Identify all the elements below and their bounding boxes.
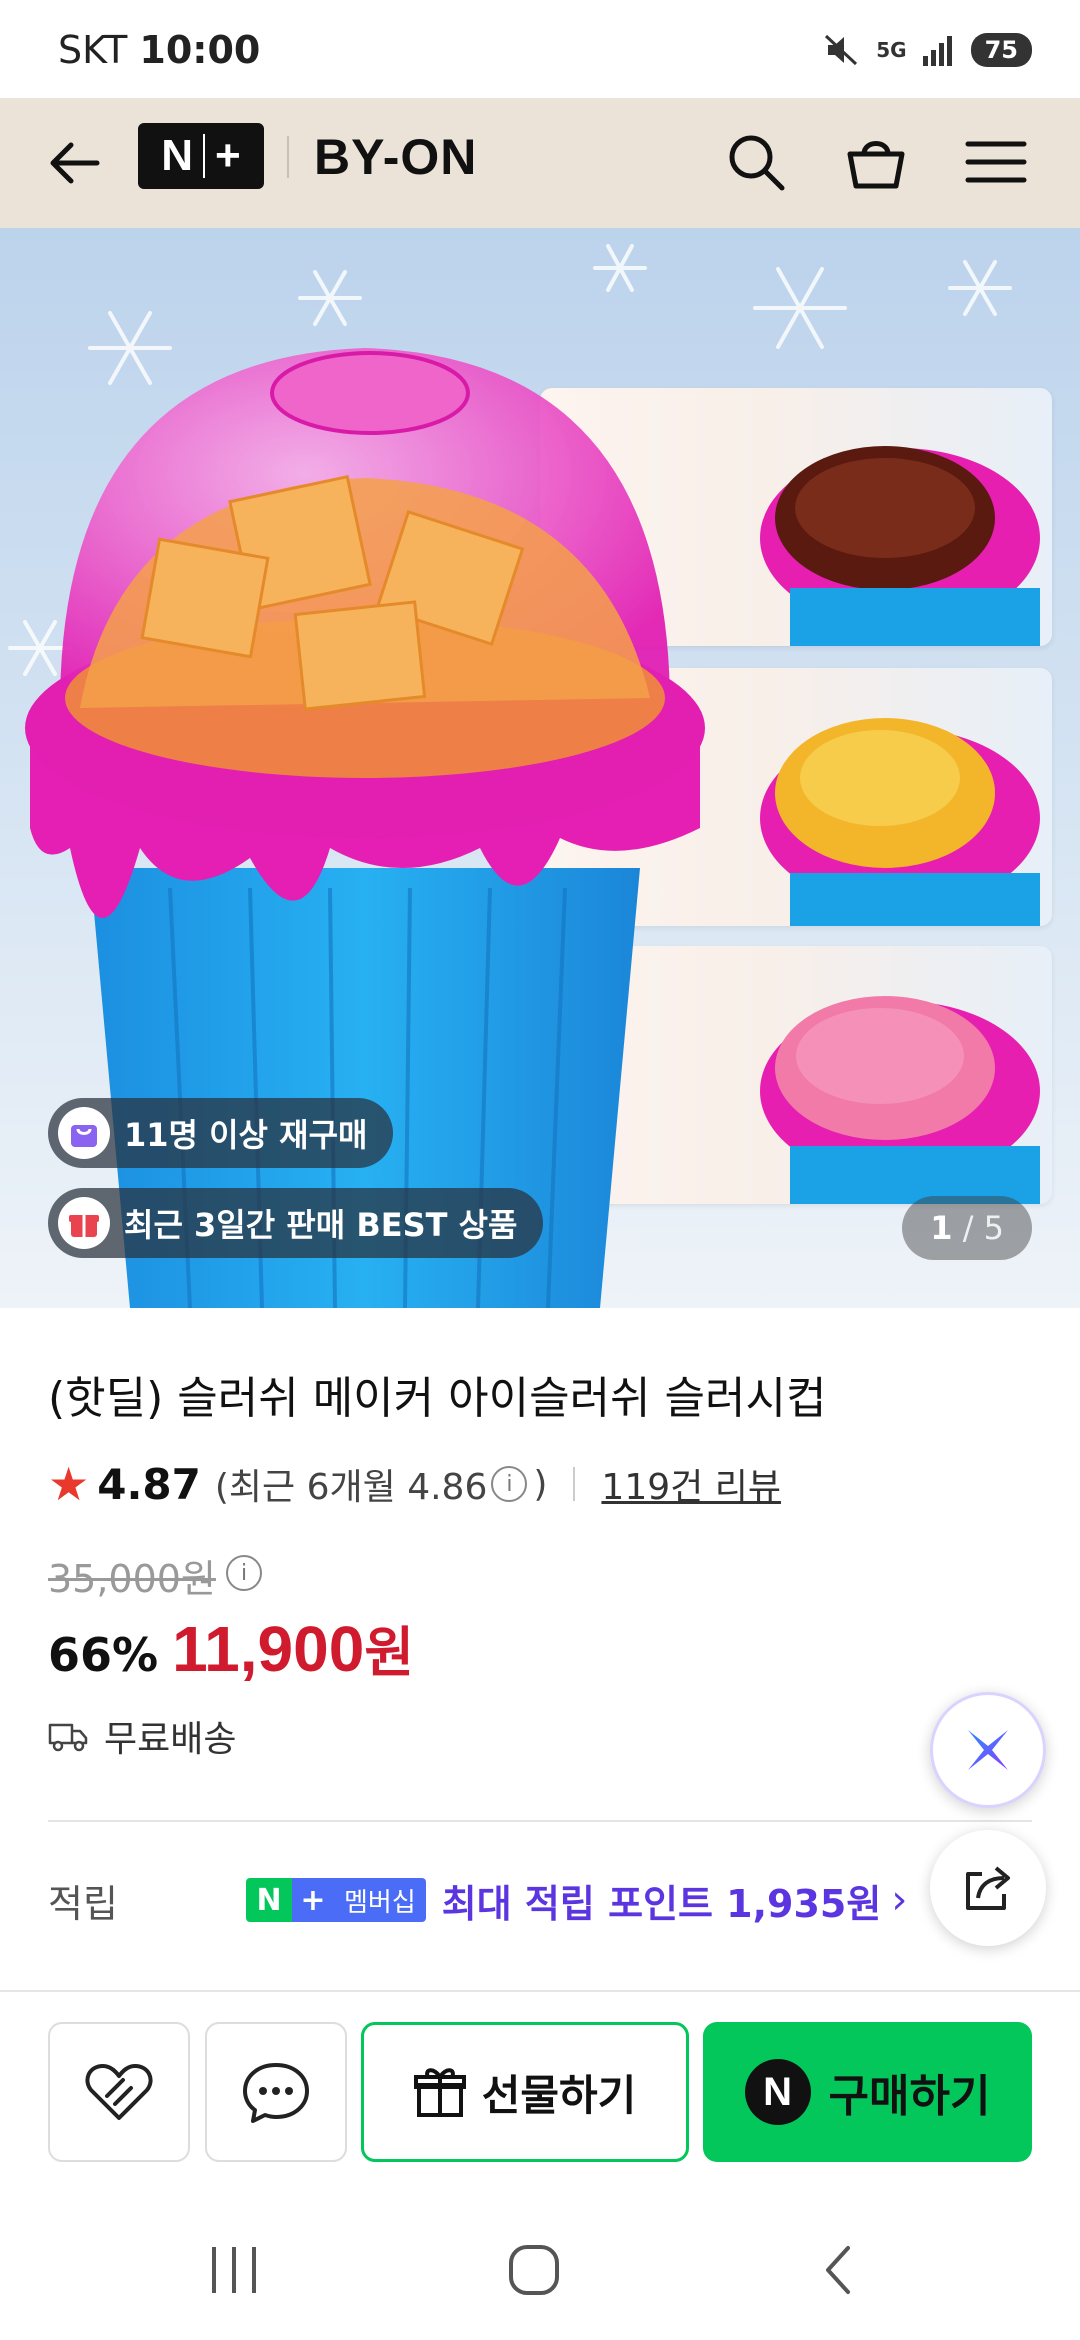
gift-button-label: 선물하기 [481,2070,637,2120]
pager-separator: / [962,1209,974,1247]
best-seller-badge: 최근 3일간 판매 BEST 상품 [48,1188,544,1258]
header-divider [287,136,289,178]
rating-value: 4.87 [97,1459,201,1509]
review-count-link[interactable]: 119건 리뷰 [601,1458,781,1510]
shipping-text: 무료배송 [104,1719,237,1760]
logo-plus: + [215,131,241,180]
chat-bubble-icon [243,2063,309,2123]
badge-icon-wrap [58,1107,110,1159]
product-title: (핫딜) 슬러쉬 메이커 아이슬러쉬 슬러시컵 [48,1373,827,1424]
status-time: SKT 10:00 [58,28,260,72]
status-bar: SKT 10:00 5G 75 [0,0,1080,98]
price-row: 66% 11,900 원 [48,1608,414,1687]
recent-apps-button[interactable] [174,2230,294,2310]
membership-text: 멤버십 [334,1878,426,1922]
carrier-name: SKT [58,28,128,72]
bottom-action-bar: 선물하기 N 구매하기 [0,1990,1080,2190]
chevron-left-icon [826,2246,850,2294]
recent-rating-text: (최근 6개월 4.86 [214,1467,488,1508]
back-button[interactable] [38,126,108,200]
ai-assistant-button[interactable] [930,1692,1046,1808]
share-icon [966,1866,1010,1910]
chevron-right-icon: › [891,1877,908,1923]
naver-membership-badge: N + 멤버십 [246,1878,426,1922]
membership-plus: + [292,1878,334,1922]
shopping-bag-icon [71,1125,97,1147]
best-seller-badge-text: 최근 3일간 판매 BEST 상품 [124,1206,518,1244]
system-back-button[interactable] [778,2230,898,2310]
sale-price-unit: 원 [364,1621,415,1684]
logo-divider [203,134,206,178]
search-button[interactable] [714,120,798,204]
arrow-left-icon [50,142,100,184]
delivery-truck-icon [48,1723,88,1752]
logo-n: N [161,131,194,180]
rating-separator [573,1467,576,1501]
ai-sparkle-icon [968,1730,1008,1770]
hamburger-menu-icon [965,141,1027,183]
price-info-icon[interactable]: i [226,1555,262,1591]
recent-apps-icon [212,2247,256,2293]
clock: 10:00 [139,28,261,72]
status-icons: 5G 75 [822,30,1032,70]
sale-price: 11,900 [172,1613,365,1685]
home-icon [509,2245,559,2295]
shopping-basket-icon [847,141,905,189]
search-icon [729,135,785,191]
points-row[interactable]: 적립 N + 멤버십 최대 적립 포인트 1,935원 › [48,1870,948,1930]
like-button[interactable] [48,2022,190,2162]
max-points-text: 최대 적립 포인트 1,935원 [441,1881,882,1926]
star-icon: ★ [48,1457,90,1511]
image-pager: 1 / 5 [902,1196,1032,1260]
rating-row: ★ 4.87 (최근 6개월 4.86 i ) 119건 리뷰 [48,1454,781,1514]
cart-button[interactable] [834,120,918,204]
menu-button[interactable] [954,120,1038,204]
battery-indicator: 75 [970,33,1032,67]
network-type: 5G [876,38,907,62]
home-button[interactable] [474,2230,594,2310]
pager-current: 1 [930,1209,953,1247]
product-image-carousel[interactable]: 11명 이상 재구매 최근 3일간 판매 BEST 상품 1 / 5 [0,228,1080,1308]
membership-n: N [246,1878,292,1922]
share-button[interactable] [930,1830,1046,1946]
store-name[interactable]: BY-ON [314,128,477,186]
shipping-info: 무료배송 [48,1710,236,1762]
points-label: 적립 [48,1881,118,1926]
info-icon[interactable]: i [491,1466,528,1502]
recent-rating-close: ) [533,1463,548,1505]
gift-icon [69,1215,99,1237]
naver-plus-logo[interactable]: N + [138,123,264,189]
original-price: 35,000원 [48,1557,216,1601]
mute-icon [825,34,858,66]
heart-icon [85,2064,153,2120]
discount-rate: 66% [48,1628,159,1682]
signal-icon [922,36,952,66]
naver-pay-icon: N [744,2059,811,2125]
chat-inquiry-button[interactable] [205,2022,347,2162]
gift-button[interactable]: 선물하기 [361,2022,689,2162]
repurchase-badge-text: 11명 이상 재구매 [124,1116,368,1154]
app-header: N + BY-ON [0,98,1080,228]
system-navigation-bar [0,2190,1080,2340]
buy-button[interactable]: N 구매하기 [703,2022,1032,2162]
gift-box-icon [413,2068,466,2117]
pager-total: 5 [983,1209,1004,1247]
section-divider [48,1820,1032,1822]
repurchase-badge: 11명 이상 재구매 [48,1098,394,1168]
badge-icon-wrap [58,1197,110,1249]
buy-button-label: 구매하기 [828,2071,991,2122]
